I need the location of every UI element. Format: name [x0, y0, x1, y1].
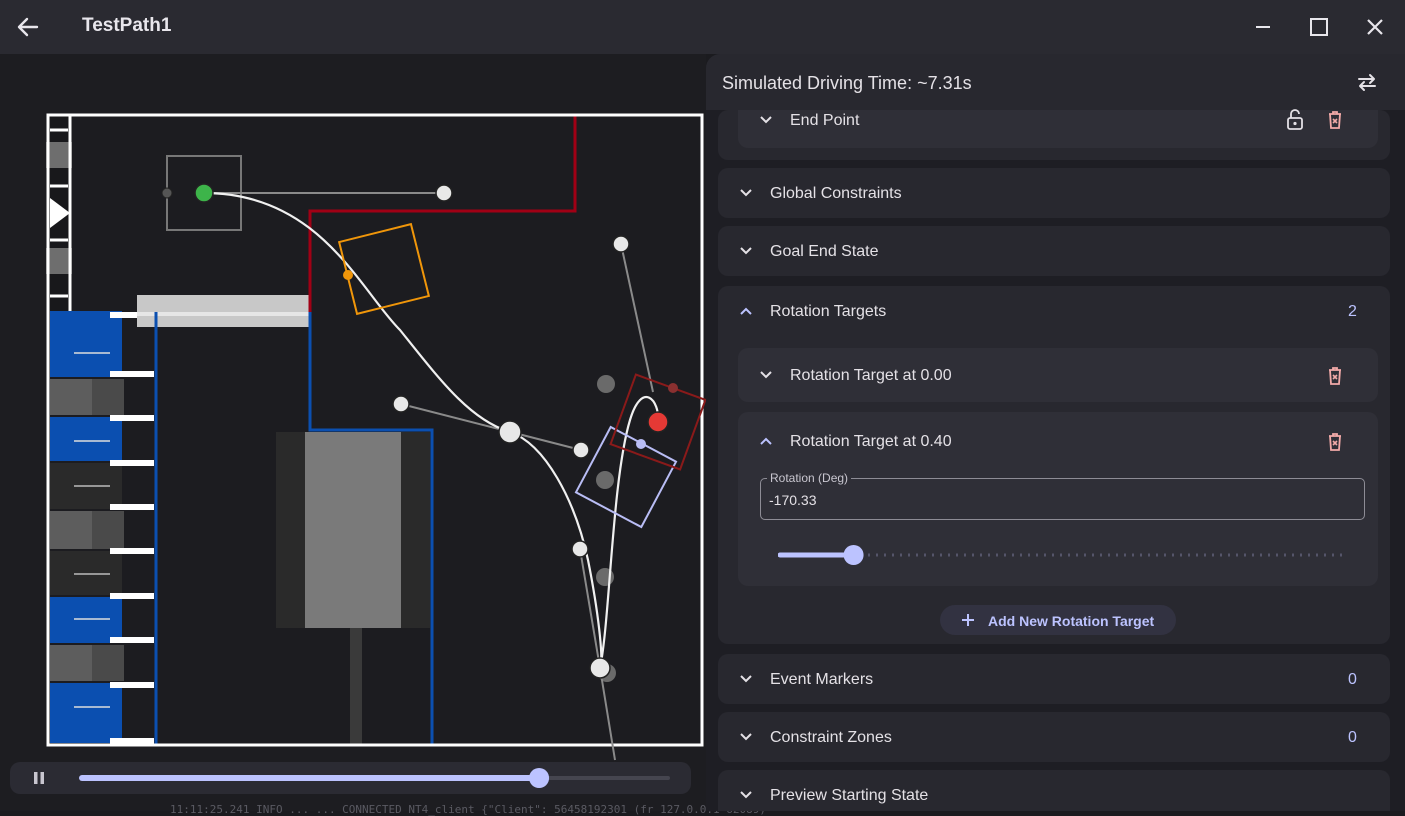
plus-icon: [962, 614, 974, 626]
title-bar: TestPath1: [0, 0, 1405, 54]
goal-end-state-card[interactable]: Goal End State: [718, 226, 1390, 276]
constraint-zones-card[interactable]: Constraint Zones 0: [718, 712, 1390, 762]
rotation-target-1-label: Rotation Target at 0.00: [790, 367, 952, 384]
chevron-down-icon: [740, 675, 752, 683]
swap-icon[interactable]: [1356, 71, 1378, 93]
constraint-zones-label: Constraint Zones: [770, 729, 892, 746]
playback-slider[interactable]: [76, 766, 676, 790]
playback-thumb[interactable]: [529, 768, 550, 788]
chevron-down-icon: [740, 189, 752, 197]
chevron-down-icon: [740, 247, 752, 255]
rotation-deg-value: -170.33: [769, 492, 817, 508]
preview-starting-state-label: Preview Starting State: [770, 787, 929, 804]
rotation-targets-header[interactable]: Rotation Targets 2: [718, 286, 1390, 336]
pause-icon[interactable]: [32, 771, 46, 785]
rotation-deg-label: Rotation (Deg): [767, 471, 852, 485]
end-point-header[interactable]: End Point: [738, 108, 1378, 148]
rotation-slider[interactable]: [778, 544, 1348, 566]
panel-header: Simulated Driving Time: ~7.31s: [706, 54, 1405, 110]
close-icon[interactable]: [1360, 12, 1390, 42]
rotation-target-1[interactable]: Rotation Target at 0.00: [738, 348, 1378, 402]
event-markers-label: Event Markers: [770, 671, 874, 688]
waypoint: [498, 420, 522, 444]
end-point: [647, 411, 669, 433]
end-point-label: End Point: [790, 112, 860, 129]
event-markers-count: 0: [1348, 671, 1357, 688]
chevron-down-icon: [740, 733, 752, 741]
properties-panel: Simulated Driving Time: ~7.31s End Point…: [706, 54, 1405, 811]
goal-end-state-label: Goal End State: [770, 243, 879, 260]
lock-open-icon[interactable]: [1284, 108, 1306, 130]
minimize-icon[interactable]: [1248, 12, 1278, 42]
chevron-up-icon: [740, 307, 752, 315]
add-rotation-target-label: Add New Rotation Target: [988, 613, 1155, 629]
event-markers-card[interactable]: Event Markers 0: [718, 654, 1390, 704]
chevron-up-icon: [760, 437, 772, 445]
page-title: TestPath1: [82, 15, 172, 36]
delete-icon[interactable]: [1324, 108, 1346, 130]
rotation-deg-field[interactable]: Rotation (Deg) -170.33: [760, 471, 1365, 520]
rotation-targets-count: 2: [1348, 303, 1357, 320]
global-constraints-card[interactable]: Global Constraints: [718, 168, 1390, 218]
arrow-left-icon[interactable]: [14, 13, 42, 41]
playback-bar: [10, 762, 691, 794]
preview-starting-state-card[interactable]: Preview Starting State: [718, 770, 1390, 811]
barrier: [137, 295, 309, 327]
rotation-slider-thumb[interactable]: [843, 545, 864, 565]
chevron-down-icon: [760, 116, 772, 124]
constraint-zones-count: 0: [1348, 729, 1357, 746]
add-rotation-target-button[interactable]: Add New Rotation Target: [940, 605, 1176, 635]
maximize-icon[interactable]: [1304, 12, 1334, 42]
chevron-down-icon: [740, 791, 752, 799]
rotation-target-2-label: Rotation Target at 0.40: [790, 433, 952, 450]
waypoint: [589, 657, 611, 679]
chevron-down-icon: [760, 371, 772, 379]
rotation-targets-card: Rotation Targets 2 Rotation Target at 0.…: [718, 286, 1390, 644]
global-constraints-label: Global Constraints: [770, 185, 902, 202]
simulated-time-label: Simulated Driving Time: ~7.31s: [722, 73, 972, 93]
rotation-target-2-header[interactable]: Rotation Target at 0.40: [738, 412, 1378, 468]
delete-icon[interactable]: [1324, 430, 1346, 452]
rotation-targets-label: Rotation Targets: [770, 303, 887, 320]
start-point: [194, 183, 214, 203]
end-point-card: End Point: [718, 108, 1390, 160]
console-log: 11:11:25.241 INFO ... ... CONNECTED NT4_…: [170, 803, 767, 816]
delete-icon[interactable]: [1324, 364, 1346, 386]
field-canvas[interactable]: [0, 54, 706, 762]
